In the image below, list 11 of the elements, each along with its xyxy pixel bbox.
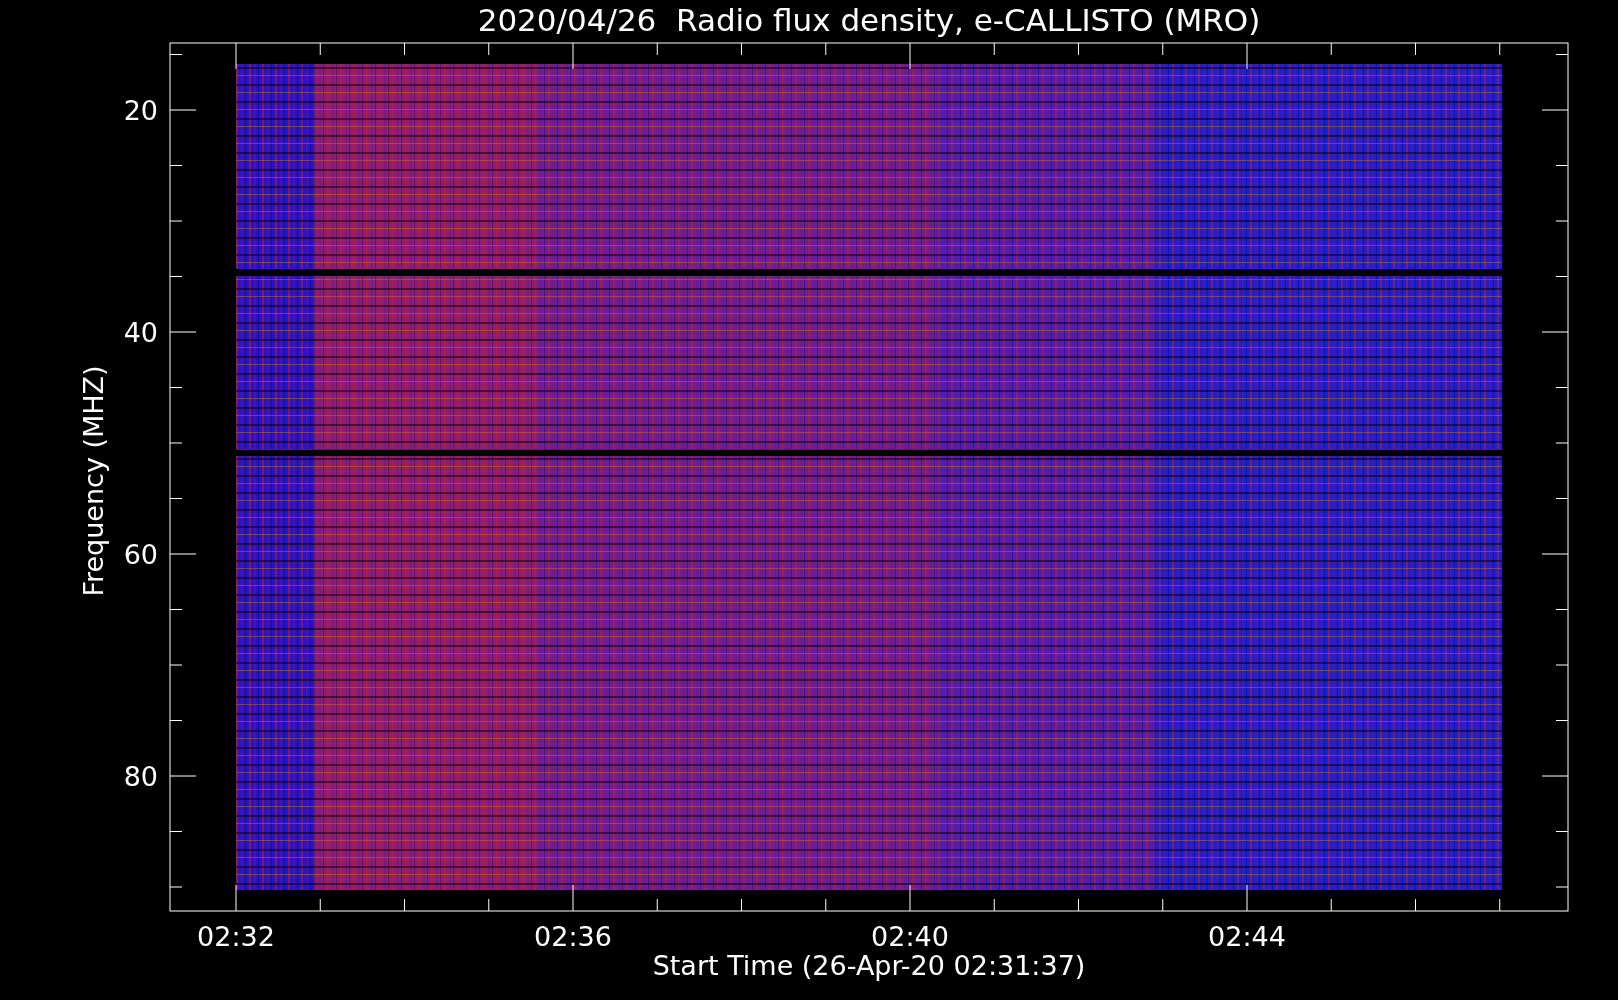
chart-title: 2020/04/26 Radio flux density, e-CALLISTO (MRO)	[477, 2, 1261, 38]
x-tick-label: 02:32	[197, 921, 275, 952]
y-tick-label: 20	[123, 95, 158, 126]
x-tick-label: 02:36	[534, 921, 612, 952]
x-tick-label: 02:40	[871, 921, 949, 952]
y-tick-label: 40	[123, 317, 158, 348]
x-axis-label: Start Time (26-Apr-20 02:31:37)	[652, 950, 1086, 981]
y-axis-label: Frequency (MHZ)	[78, 365, 109, 597]
y-tick-label: 80	[123, 761, 158, 792]
y-tick-label: 60	[123, 539, 158, 570]
x-tick-label: 02:44	[1208, 921, 1286, 952]
